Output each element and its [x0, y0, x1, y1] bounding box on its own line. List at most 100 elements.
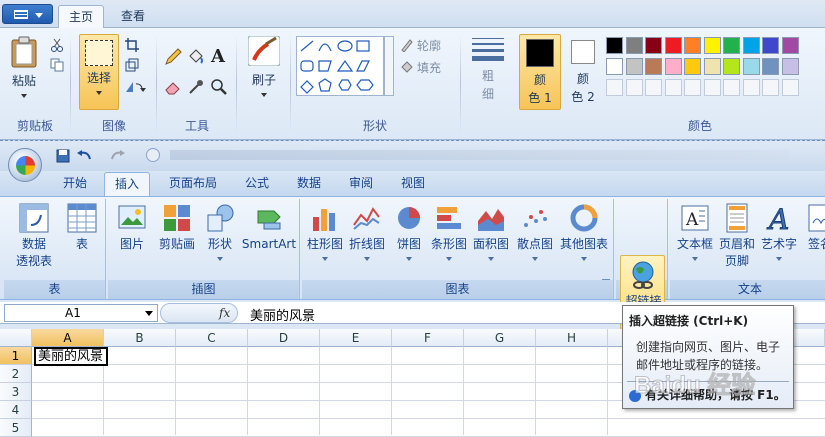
palette-swatch[interactable] — [723, 58, 740, 75]
signature-button[interactable]: 签名 — [800, 203, 825, 253]
line-chart-button[interactable]: 折线图 — [346, 203, 388, 261]
row-header-4[interactable]: 4 — [0, 401, 32, 419]
palette-swatch[interactable] — [684, 58, 701, 75]
tab-data[interactable]: 数据 — [288, 172, 330, 196]
clipart-button[interactable]: 剪贴画 — [154, 203, 200, 253]
formula-content[interactable]: 美丽的风景 — [250, 305, 315, 324]
tab-home[interactable]: 开始 — [54, 172, 96, 196]
select-button[interactable]: 选择 — [79, 34, 119, 110]
palette-swatch[interactable] — [762, 58, 779, 75]
picture-button[interactable]: 图片 — [112, 203, 152, 253]
tab-review[interactable]: 审阅 — [340, 172, 382, 196]
palette-swatch[interactable] — [703, 37, 721, 54]
custom-color-slot[interactable] — [781, 79, 799, 96]
custom-color-slot[interactable] — [664, 79, 682, 96]
color1-button[interactable]: 颜 色 1 — [519, 34, 561, 110]
fill-bucket-icon[interactable] — [187, 48, 205, 66]
tab-insert[interactable]: 插入 — [104, 172, 150, 196]
textbox-button[interactable]: A 文本框 — [674, 203, 716, 261]
column-header-c[interactable]: C — [176, 329, 248, 347]
paint-tab-home[interactable]: 主页 — [58, 5, 104, 28]
tab-page-layout[interactable]: 页面布局 — [160, 172, 226, 196]
outline-button[interactable]: 轮廓 — [417, 37, 441, 54]
row-header-1[interactable]: 1 — [0, 347, 32, 365]
column-header-g[interactable]: G — [464, 329, 536, 347]
row-header-2[interactable]: 2 — [0, 365, 32, 383]
palette-swatch[interactable] — [664, 58, 682, 75]
select-all-corner[interactable] — [0, 329, 32, 347]
wordart-button[interactable]: A 艺术字 — [758, 203, 800, 261]
palette-swatch[interactable] — [684, 37, 701, 54]
palette-swatch[interactable] — [703, 58, 721, 75]
paint-menu-button[interactable] — [2, 4, 53, 24]
magnifier-icon[interactable] — [210, 78, 228, 96]
column-header-f[interactable]: F — [392, 329, 464, 347]
rotate-icon[interactable] — [124, 80, 146, 94]
row-header-5[interactable]: 5 — [0, 419, 32, 437]
table-button[interactable]: 表 — [62, 203, 102, 253]
tab-formulas[interactable]: 公式 — [236, 172, 278, 196]
custom-color-slot[interactable] — [703, 79, 721, 96]
redo-icon[interactable] — [110, 149, 126, 163]
palette-swatch[interactable] — [645, 58, 662, 75]
column-header-d[interactable]: D — [248, 329, 320, 347]
column-header-a[interactable]: A — [32, 329, 104, 347]
column-chart-button[interactable]: 柱形图 — [304, 203, 346, 261]
palette-swatch[interactable] — [664, 37, 682, 54]
crop-icon[interactable] — [125, 38, 139, 52]
color2-button[interactable]: 颜 色 2 — [565, 34, 601, 110]
custom-color-slot[interactable] — [625, 79, 643, 96]
other-charts-button[interactable]: 其他图表 — [556, 203, 612, 261]
palette-swatch[interactable] — [723, 37, 740, 54]
shapes-gallery[interactable] — [296, 36, 384, 96]
eraser-icon[interactable] — [164, 78, 182, 96]
cut-icon[interactable] — [50, 38, 64, 52]
fill-button[interactable]: 填充 — [417, 59, 441, 76]
palette-swatch[interactable] — [742, 37, 760, 54]
pivot-table-button[interactable]: 数据 透视表 — [8, 203, 60, 270]
name-box[interactable]: A1 — [4, 304, 158, 322]
palette-swatch[interactable] — [742, 58, 760, 75]
custom-color-slot[interactable] — [645, 79, 662, 96]
pie-chart-button[interactable]: 饼图 — [388, 203, 430, 261]
pencil-icon[interactable] — [164, 48, 182, 66]
paste-button[interactable]: 粘贴 — [4, 36, 44, 116]
save-icon[interactable] — [56, 149, 70, 163]
undo-icon[interactable] — [76, 149, 92, 163]
resize-icon[interactable] — [125, 58, 139, 72]
palette-swatch[interactable] — [606, 37, 623, 54]
custom-color-slot[interactable] — [606, 79, 623, 96]
row-header-3[interactable]: 3 — [0, 383, 32, 401]
size-button[interactable]: 粗 细 — [468, 36, 508, 108]
shapes-scroll[interactable] — [384, 36, 394, 96]
palette-swatch[interactable] — [606, 58, 623, 75]
palette-swatch[interactable] — [781, 37, 799, 54]
customize-qat-icon[interactable] — [146, 148, 160, 162]
palette-swatch[interactable] — [625, 58, 643, 75]
area-chart-button[interactable]: 面积图 — [470, 203, 512, 261]
bar-chart-button[interactable]: 条形图 — [428, 203, 470, 261]
palette-swatch[interactable] — [625, 37, 643, 54]
office-button[interactable] — [8, 148, 42, 182]
brush-button[interactable]: 刷子 — [244, 36, 284, 108]
tab-view[interactable]: 视图 — [392, 172, 434, 196]
shapes-button[interactable]: 形状 — [200, 203, 240, 261]
column-header-h[interactable]: H — [536, 329, 608, 347]
palette-swatch[interactable] — [645, 37, 662, 54]
custom-color-slot[interactable] — [762, 79, 779, 96]
header-footer-button[interactable]: 页眉和 页脚 — [716, 203, 758, 270]
color-picker-icon[interactable] — [187, 78, 205, 96]
smartart-button[interactable]: SmartArt — [240, 203, 298, 253]
palette-swatch[interactable] — [762, 37, 779, 54]
cell-a1[interactable]: 美丽的风景 — [34, 347, 108, 366]
column-header-e[interactable]: E — [320, 329, 392, 347]
custom-color-slot[interactable] — [742, 79, 760, 96]
paint-tab-view[interactable]: 查看 — [112, 5, 154, 28]
palette-swatch[interactable] — [781, 58, 799, 75]
copy-icon[interactable] — [50, 58, 64, 72]
custom-color-slot[interactable] — [684, 79, 701, 96]
insert-function-button[interactable]: fx — [160, 303, 238, 323]
text-tool-icon[interactable]: A — [211, 46, 225, 67]
custom-color-slot[interactable] — [723, 79, 740, 96]
scatter-chart-button[interactable]: 散点图 — [514, 203, 556, 261]
